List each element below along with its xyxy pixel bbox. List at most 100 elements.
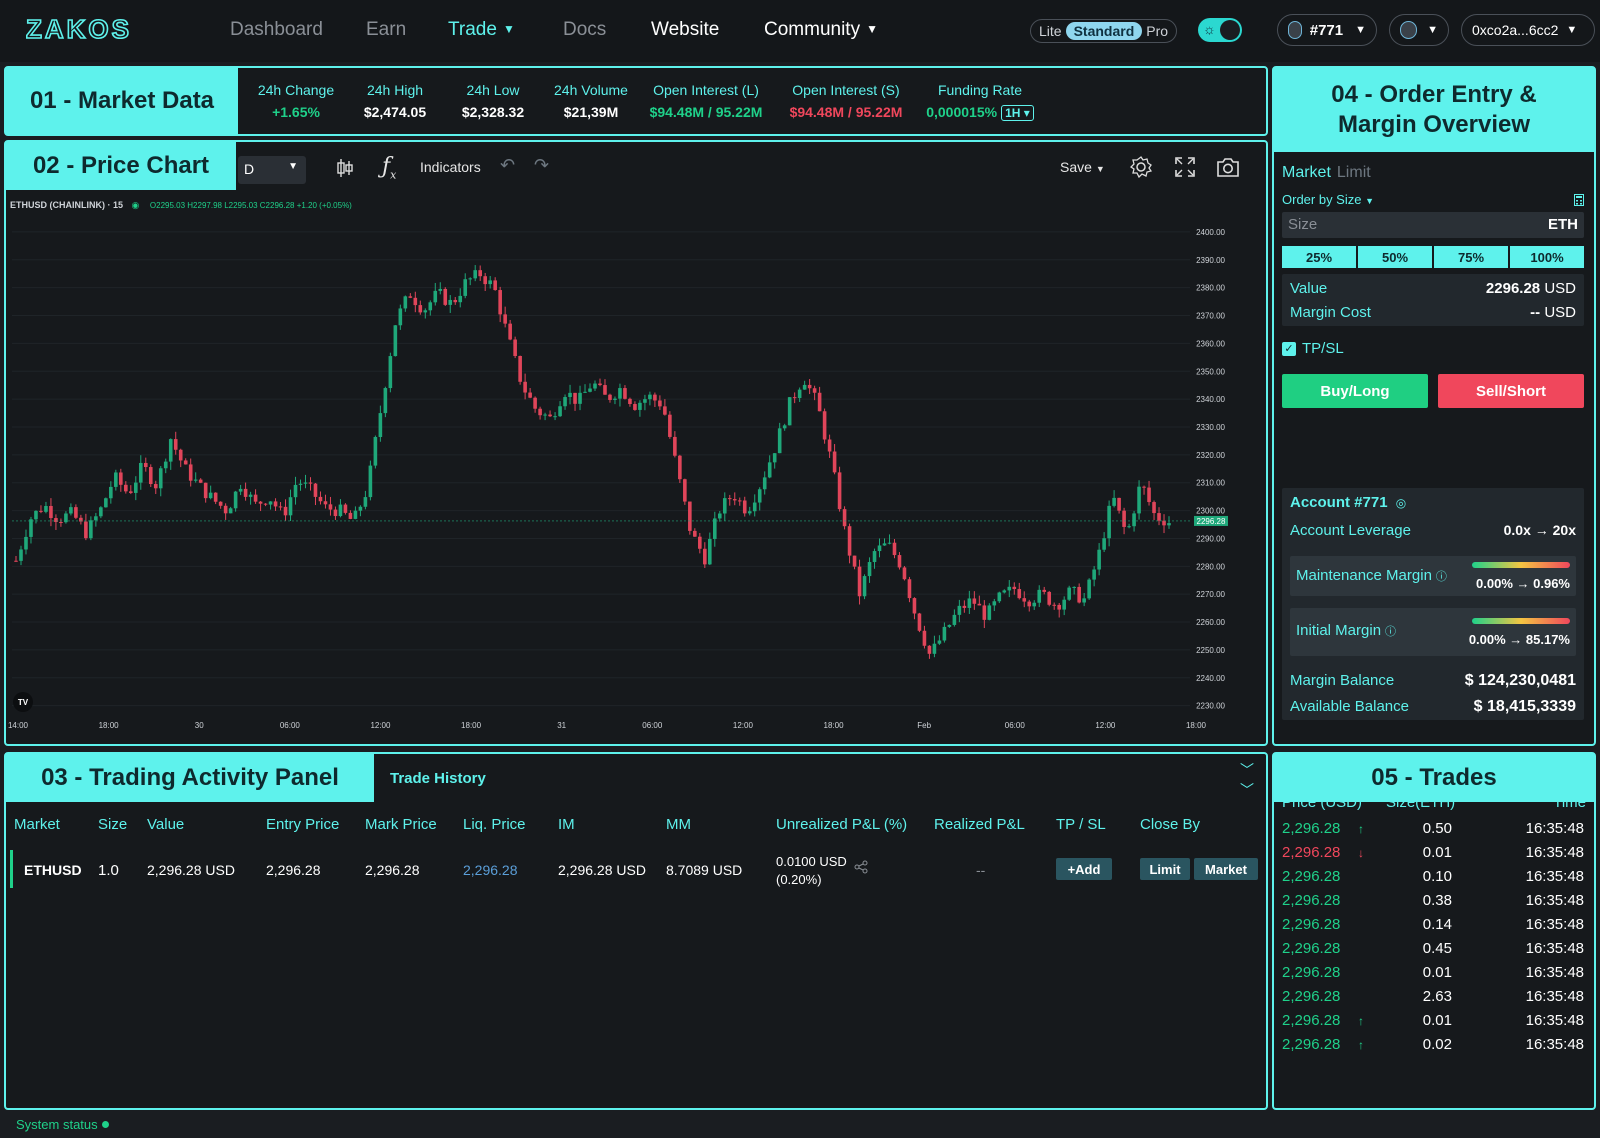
- tab-limit[interactable]: Limit: [1337, 164, 1371, 181]
- nav-community-label: Community: [764, 19, 861, 40]
- candle-body: [757, 489, 762, 503]
- camera-icon[interactable]: [1216, 156, 1240, 178]
- candle-body: [817, 392, 822, 412]
- col-mark-price[interactable]: Mark Price: [365, 816, 437, 833]
- nav-docs[interactable]: Docs: [563, 19, 606, 41]
- candle-body: [413, 297, 418, 306]
- row-liq-price: 2,296.28: [463, 862, 518, 878]
- candle-body: [782, 425, 787, 429]
- funding-interval-select[interactable]: 1H ▾: [1001, 105, 1034, 121]
- collapse-icon[interactable]: ﹀ ﹀: [1240, 760, 1254, 800]
- chart-area[interactable]: ETHUSD (CHAINLINK) · 15 ◉ O2295.03 H2297…: [6, 194, 1240, 734]
- mode-switch[interactable]: Lite Standard Pro: [1030, 19, 1178, 43]
- calculator-icon[interactable]: [1574, 194, 1584, 206]
- candle-body: [638, 402, 642, 410]
- tpsl-checkbox[interactable]: ✓ TP/SL: [1282, 340, 1344, 357]
- nav-earn[interactable]: Earn: [366, 19, 406, 41]
- trading-activity-title[interactable]: 03 - Trading Activity Panel: [6, 754, 374, 802]
- candles-icon[interactable]: [336, 158, 354, 178]
- indicators-button[interactable]: Indicators: [420, 159, 481, 175]
- trade-row: 2,296.28 0.01 16:35:48: [1282, 964, 1584, 988]
- add-tpsl-button[interactable]: +Add: [1056, 858, 1112, 880]
- col-size[interactable]: Size: [98, 816, 127, 833]
- candle-body: [403, 296, 408, 309]
- pct-100-button[interactable]: 100%: [1510, 246, 1584, 268]
- share-icon[interactable]: [854, 860, 868, 874]
- candle-body: [742, 500, 747, 514]
- fullscreen-icon[interactable]: [1174, 156, 1196, 178]
- system-status[interactable]: System status: [16, 1117, 109, 1132]
- nav-trade[interactable]: Trade ▼: [448, 19, 515, 41]
- interval-label: D: [244, 161, 255, 177]
- col-entry-price[interactable]: Entry Price: [266, 816, 339, 833]
- mode-standard[interactable]: Standard: [1065, 22, 1143, 40]
- x-tick-label: 18:00: [99, 721, 120, 730]
- info-icon[interactable]: ⓘ: [1385, 626, 1396, 638]
- size-input[interactable]: Size ETH: [1282, 212, 1584, 238]
- col-unrealized-pnl[interactable]: Unrealized P&L (%): [776, 816, 907, 833]
- col-liq-price[interactable]: Liq. Price: [463, 816, 526, 833]
- col-market[interactable]: Market: [14, 816, 60, 833]
- candle-body: [1077, 586, 1081, 603]
- order-by-select[interactable]: Order by Size ▼: [1282, 192, 1374, 207]
- candle-body: [288, 497, 293, 516]
- save-button[interactable]: Save ▼: [1060, 159, 1105, 175]
- pct-25-button[interactable]: 25%: [1282, 246, 1356, 268]
- candle-body: [373, 437, 378, 466]
- settings-icon[interactable]: [1130, 156, 1152, 178]
- redo-icon[interactable]: ↷: [534, 155, 549, 176]
- pct-75-button[interactable]: 75%: [1434, 246, 1508, 268]
- candle-body: [1082, 598, 1086, 603]
- col-mm[interactable]: MM: [666, 816, 691, 833]
- trade-time: 16:35:48: [1525, 868, 1584, 885]
- eye-icon[interactable]: ◎: [1396, 496, 1406, 510]
- nav-dashboard[interactable]: Dashboard: [230, 19, 323, 41]
- undo-icon[interactable]: ↶: [500, 155, 515, 176]
- candle-body: [1137, 486, 1141, 514]
- sell-short-button[interactable]: Sell/Short: [1438, 374, 1584, 408]
- available-balance-row: Available Balance $ 18,415,3339: [1290, 698, 1576, 716]
- candle-body: [183, 460, 188, 465]
- network-selector[interactable]: ▼: [1389, 14, 1449, 46]
- close-market-button[interactable]: Market: [1194, 858, 1258, 880]
- candlestick-chart[interactable]: 2400.00 2390.00 2380.00 2370.00 2360.00 2350.…: [6, 194, 1240, 734]
- candle-body: [463, 279, 468, 296]
- stat-value: +1.65%: [272, 104, 320, 120]
- candle-body: [772, 453, 777, 463]
- candle-body: [393, 325, 398, 357]
- info-icon[interactable]: ⓘ: [1436, 571, 1447, 583]
- trade-size: 0.45: [1422, 940, 1452, 957]
- pct-50-button[interactable]: 50%: [1358, 246, 1432, 268]
- col-value[interactable]: Value: [147, 816, 184, 833]
- candle-body: [283, 506, 288, 516]
- trade-time: 16:35:48: [1525, 1036, 1584, 1053]
- col-close-by[interactable]: Close By: [1140, 816, 1200, 833]
- mode-pro[interactable]: Pro: [1142, 23, 1172, 39]
- order-by-label: Order by Size: [1282, 192, 1362, 207]
- interval-select[interactable]: D ▼: [238, 156, 306, 184]
- function-icon[interactable]: ƒx: [382, 154, 396, 181]
- trade-time: 16:35:48: [1525, 988, 1584, 1005]
- nav-community[interactable]: Community ▼: [764, 19, 878, 41]
- y-tick-label: 2350.00: [1196, 367, 1225, 376]
- candle-body: [453, 299, 458, 303]
- col-im[interactable]: IM: [558, 816, 575, 833]
- chart-legend: ETHUSD (CHAINLINK) · 15 ◉ O2295.03 H2297…: [10, 200, 352, 211]
- tab-market[interactable]: Market: [1282, 164, 1331, 181]
- zakos-logo[interactable]: ZAKOS: [26, 16, 150, 44]
- candle-body: [303, 482, 308, 484]
- candle-body: [902, 567, 907, 580]
- close-limit-button[interactable]: Limit: [1140, 858, 1190, 880]
- mode-lite[interactable]: Lite: [1035, 23, 1066, 39]
- nav-website[interactable]: Website: [651, 19, 719, 41]
- buy-long-button[interactable]: Buy/Long: [1282, 374, 1428, 408]
- trade-price: 2,296.28: [1282, 988, 1341, 1005]
- col-tp-sl[interactable]: TP / SL: [1056, 816, 1106, 833]
- tab-trade-history[interactable]: Trade History: [390, 770, 486, 787]
- col-realized-pnl[interactable]: Realized P&L: [934, 816, 1025, 833]
- size-placeholder: Size: [1288, 216, 1318, 233]
- wallet-selector[interactable]: 0xco2a...6cc2 ▼: [1461, 14, 1595, 46]
- account-selector[interactable]: #771 ▼: [1277, 14, 1377, 46]
- price-chart-panel: 02 - Price Chart D ▼ ƒx Indicators ↶ ↷ Sa…: [4, 140, 1268, 746]
- theme-toggle[interactable]: ☼: [1198, 18, 1242, 42]
